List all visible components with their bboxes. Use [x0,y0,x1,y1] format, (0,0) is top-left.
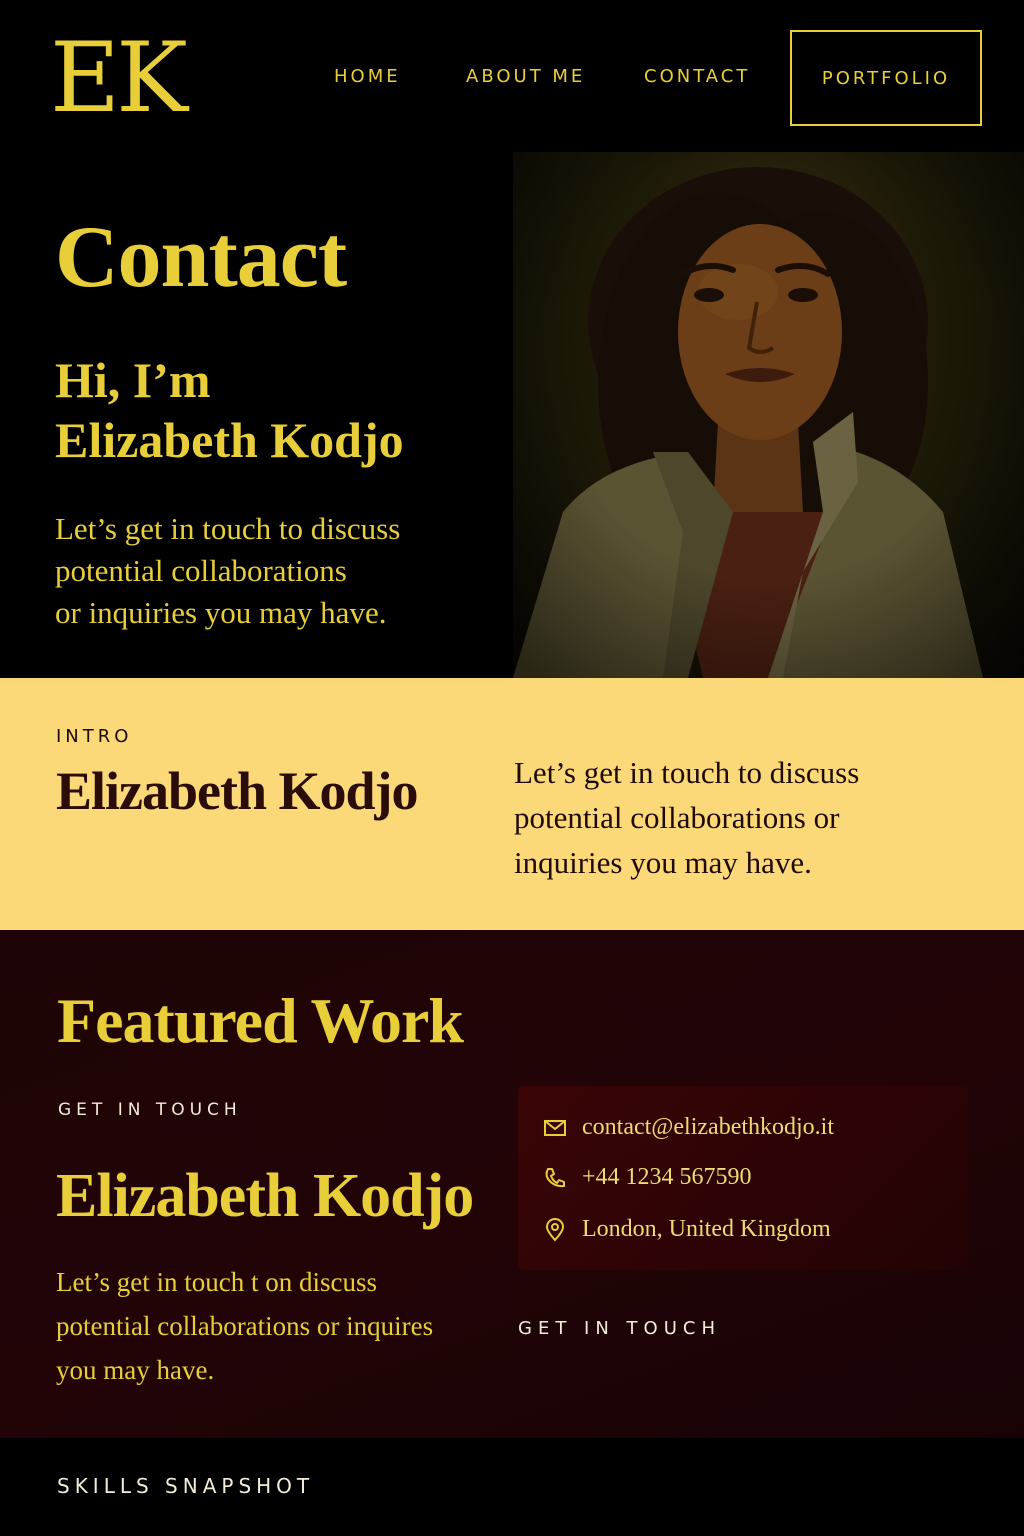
greeting-line: Hi, I’m [55,352,211,408]
intro-label: INTRO [56,726,133,747]
contact-phone-link[interactable]: +44 1234 567590 [542,1164,752,1191]
hero-text-line: potential collaborations [55,553,347,588]
skills-section: SKILLS SNAPSHOT [0,1438,1024,1536]
nav-about-me[interactable]: ABOUT ME [466,66,585,87]
hero-greeting: Hi, I’m Elizabeth Kodjo [55,350,495,470]
phone-icon [545,1167,565,1187]
contact-card: contact@elizabethkodjo.it +44 1234 56759… [518,1086,968,1270]
nav-home[interactable]: HOME [334,66,401,87]
featured-work-section: Featured Work GET IN TOUCH Elizabeth Kod… [0,930,1024,1438]
skills-snapshot-label: SKILLS SNAPSHOT [57,1474,315,1498]
get-in-touch-label: GET IN TOUCH [58,1100,242,1120]
site-logo[interactable]: EK [50,30,188,126]
featured-name: Elizabeth Kodjo [56,1162,474,1230]
contact-email-link[interactable]: contact@elizabethkodjo.it [542,1114,834,1141]
mail-icon [544,1119,566,1136]
contact-location: London, United Kingdom [582,1216,831,1242]
map-pin-icon [545,1217,565,1242]
featured-text-line: Let’s get in touch t on discuss [56,1267,377,1297]
contact-email: contact@elizabethkodjo.it [582,1114,835,1140]
hero-section: Contact Hi, I’m Elizabeth Kodjo Let’s ge… [0,152,1024,678]
get-in-touch-button[interactable]: GET IN TOUCH [518,1318,721,1339]
portrait-photo [513,152,1024,678]
hero-text-line: Let’s get in touch to discuss [55,511,401,546]
featured-description: Let’s get in touch t on discuss potentia… [56,1260,476,1392]
greeting-name: Elizabeth Kodjo [55,412,404,468]
intro-section: INTRO Elizabeth Kodjo Let’s get in touch… [0,678,1024,930]
intro-text-line: inquiries you may have. [514,845,812,880]
contact-phone: +44 1234 567590 [582,1164,752,1190]
page-title: Contact [55,209,347,306]
featured-text-line: potential collaborations or inquires [56,1311,434,1341]
intro-text-line: potential collaborations or [514,800,840,835]
nav-portfolio-button[interactable]: PORTFOLIO [790,30,982,126]
featured-title: Featured Work [57,985,464,1056]
hero-text-line: or inquiries you may have. [55,595,387,630]
portrait-illustration [513,152,1024,678]
contact-location-row: London, United Kingdom [542,1216,831,1243]
featured-text-line: you may have. [56,1355,215,1385]
intro-text-line: Let’s get in touch to discuss [514,755,860,790]
intro-name: Elizabeth Kodjo [56,761,419,821]
site-header: EK HOME ABOUT ME CONTACT PORTFOLIO [0,0,1024,152]
hero-description: Let’s get in touch to discuss potential … [55,508,475,634]
nav-contact[interactable]: CONTACT [644,66,750,87]
intro-description: Let’s get in touch to discuss potential … [514,750,934,885]
